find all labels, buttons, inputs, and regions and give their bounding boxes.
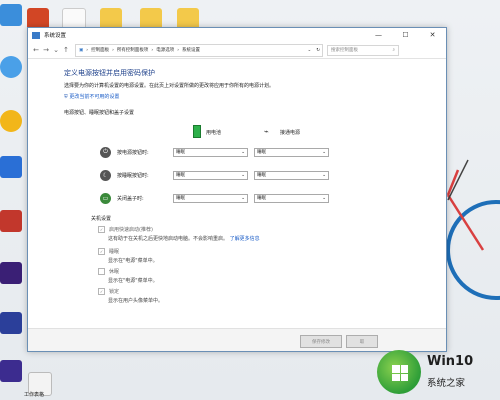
checkbox[interactable]: ✓ bbox=[98, 248, 105, 255]
shield-icon: ⛨ bbox=[64, 94, 68, 100]
close-button[interactable]: ✕ bbox=[419, 28, 446, 42]
checkbox[interactable] bbox=[98, 268, 105, 275]
page-title: 定义电源按钮并启用密码保护 bbox=[64, 69, 155, 77]
breadcrumb[interactable]: ▣ › 控制面板 › 所有控制面板项 › 电源选项 › 系统设置 ⌄ ↻ bbox=[75, 43, 323, 57]
option-label: 睡眠 bbox=[109, 249, 120, 255]
option-label: 休眠 bbox=[109, 269, 120, 275]
shutdown-section-heading: 关机设置 bbox=[91, 216, 112, 222]
chevron-down-icon[interactable]: ⌄ bbox=[51, 46, 61, 54]
desktop-app-icon[interactable] bbox=[0, 156, 22, 178]
power-section-heading: 电源按钮、睡眠按钮和盖子设置 bbox=[64, 110, 135, 116]
option-description: 显示在"电源"菜单中。 bbox=[108, 258, 158, 264]
option-description: 这有助于在关机之后更快地启动电脑。不会影响重启。 bbox=[108, 236, 229, 242]
option-label: 锁定 bbox=[109, 289, 120, 295]
address-bar: ← → ⌄ ↑ ▣ › 控制面板 › 所有控制面板项 › 电源选项 › 系统设置… bbox=[28, 42, 446, 59]
title-bar[interactable]: 系统设置 — ☐ ✕ bbox=[28, 28, 446, 42]
option-label: 启用快速启动(推荐) bbox=[109, 227, 153, 233]
desktop-app-icon[interactable] bbox=[0, 4, 22, 26]
search-icon: ⌕ bbox=[392, 48, 395, 53]
search-placeholder: 搜索控制面板 bbox=[331, 48, 358, 53]
sleep-option[interactable]: ✓ 睡眠 显示在"电源"菜单中。 bbox=[98, 248, 158, 264]
chevron-down-icon: ⌄ bbox=[241, 172, 245, 178]
minimize-button[interactable]: — bbox=[365, 28, 392, 42]
chevron-down-icon: ⌄ bbox=[241, 195, 245, 201]
desktop-app-icon[interactable] bbox=[0, 210, 22, 232]
save-button[interactable]: 保存修改 bbox=[300, 335, 342, 348]
hibernate-option[interactable]: 休眠 显示在"电源"菜单中。 bbox=[98, 268, 158, 284]
plugged-dropdown[interactable]: 睡眠 ⌄ bbox=[254, 147, 329, 157]
setting-row: ⏻ 按电源按钮时: 睡眠 ⌄ 睡眠 ⌄ bbox=[100, 145, 360, 159]
desktop-app-icon[interactable] bbox=[0, 360, 22, 382]
system-settings-window: 系统设置 — ☐ ✕ ← → ⌄ ↑ ▣ › 控制面板 › 所有控制面板项 › … bbox=[27, 27, 447, 352]
row-label: 按睡眠按钮时: bbox=[117, 172, 149, 179]
chevron-down-icon: ⌄ bbox=[322, 195, 326, 201]
plugged-dropdown[interactable]: 睡眠 ⌄ bbox=[254, 170, 329, 180]
main-content: 定义电源按钮并启用密码保护 选择要为你的计算机设置的电源设置。在此页上对设置所做… bbox=[64, 68, 334, 116]
forward-arrow-icon[interactable]: → bbox=[41, 46, 51, 54]
chevron-down-icon: ⌄ bbox=[241, 149, 245, 155]
column-header-plugged: 接通电源 bbox=[280, 130, 301, 136]
breadcrumb-item[interactable]: 电源选项 bbox=[156, 47, 174, 53]
desktop-app-icon[interactable] bbox=[0, 110, 22, 132]
desktop-app-icon[interactable] bbox=[0, 312, 22, 334]
chevron-down-icon: ⌄ bbox=[322, 172, 326, 178]
option-description: 显示在"电源"菜单中。 bbox=[108, 278, 158, 284]
lid-icon: ▭ bbox=[100, 192, 111, 204]
chevron-down-icon[interactable]: ⌄ bbox=[307, 48, 311, 53]
chevron-down-icon: ⌄ bbox=[322, 149, 326, 155]
battery-dropdown[interactable]: 睡眠 ⌄ bbox=[173, 193, 248, 203]
battery-dropdown[interactable]: 睡眠 ⌄ bbox=[173, 147, 248, 157]
row-label: 按电源按钮时: bbox=[117, 149, 149, 156]
cancel-button[interactable]: 取 bbox=[346, 335, 378, 348]
up-arrow-icon[interactable]: ↑ bbox=[61, 46, 71, 54]
setting-row: ☾ 按睡眠按钮时: 睡眠 ⌄ 睡眠 ⌄ bbox=[100, 168, 360, 182]
watermark-subtitle: 系统之家 bbox=[427, 378, 466, 389]
refresh-icon[interactable]: ↻ bbox=[316, 48, 320, 53]
checkbox[interactable]: ✓ bbox=[98, 226, 105, 233]
battery-dropdown[interactable]: 睡眠 ⌄ bbox=[173, 170, 248, 180]
checkbox[interactable]: ✓ bbox=[98, 288, 105, 295]
fast-startup-option[interactable]: ✓ 启用快速启动(推荐) 这有助于在关机之后更快地启动电脑。不会影响重启。 了解更… bbox=[98, 226, 260, 242]
column-header-battery: 用电池 bbox=[206, 130, 222, 136]
row-label: 关闭盖子时: bbox=[117, 195, 144, 202]
window-icon bbox=[32, 31, 40, 39]
desktop-icon-label: 工作表格 bbox=[24, 392, 45, 398]
win10-logo-icon bbox=[377, 350, 421, 394]
change-settings-link[interactable]: 更改当前不可用的设置 bbox=[69, 94, 119, 100]
power-icon: ⏻ bbox=[100, 146, 111, 158]
watermark: Win10 系统之家 bbox=[375, 348, 497, 396]
breadcrumb-item[interactable]: 控制面板 bbox=[91, 47, 109, 53]
page-description: 选择要为你的计算机设置的电源设置。在此页上对设置所做的更改将应用于你所有的电源计… bbox=[64, 83, 275, 89]
battery-icon bbox=[193, 125, 201, 138]
setting-row: ▭ 关闭盖子时: 睡眠 ⌄ 睡眠 ⌄ bbox=[100, 191, 360, 205]
sleep-icon: ☾ bbox=[100, 169, 111, 181]
maximize-button[interactable]: ☐ bbox=[392, 28, 419, 42]
plug-icon: ⌁ bbox=[264, 127, 269, 136]
control-panel-icon: ▣ bbox=[79, 47, 84, 53]
lock-option[interactable]: ✓ 锁定 显示在用户头像菜单中。 bbox=[98, 288, 163, 304]
desktop-app-icon[interactable] bbox=[0, 262, 22, 284]
learn-more-link[interactable]: 了解更多信息 bbox=[230, 236, 260, 242]
breadcrumb-item[interactable]: 所有控制面板项 bbox=[117, 47, 149, 53]
plugged-dropdown[interactable]: 睡眠 ⌄ bbox=[254, 193, 329, 203]
window-title: 系统设置 bbox=[44, 33, 67, 39]
desktop-app-icon[interactable] bbox=[0, 56, 22, 78]
watermark-title: Win10 bbox=[427, 354, 474, 369]
option-description: 显示在用户头像菜单中。 bbox=[108, 298, 164, 304]
breadcrumb-item[interactable]: 系统设置 bbox=[182, 47, 200, 53]
back-arrow-icon[interactable]: ← bbox=[31, 46, 41, 54]
bicycle-wallpaper-icon bbox=[446, 159, 500, 300]
search-input[interactable]: 搜索控制面板 ⌕ bbox=[327, 44, 399, 56]
